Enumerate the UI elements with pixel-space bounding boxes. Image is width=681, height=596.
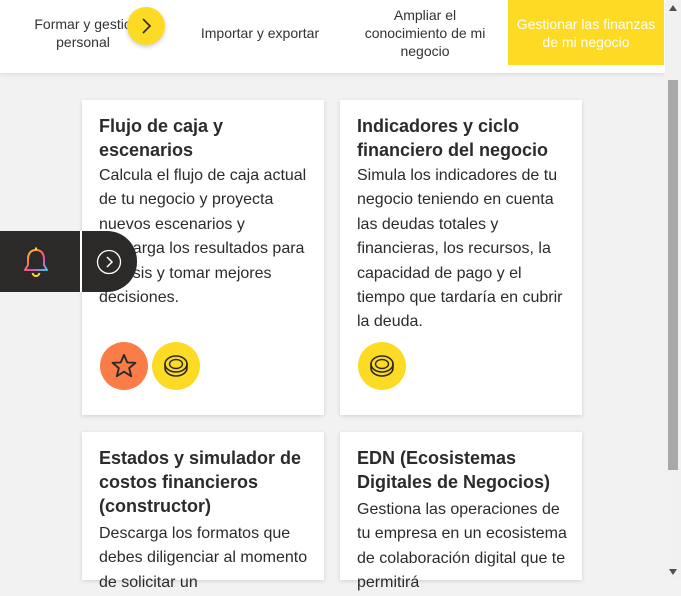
tool-card-edn[interactable]: EDN (Ecosistemas Digitales de Negocios) …	[340, 432, 582, 591]
arrow-up-icon	[669, 5, 677, 11]
category-tab-bar: Formar y gestio personal Importar y expo…	[0, 0, 665, 73]
tab-importar-exportar[interactable]: Importar y exportar	[190, 0, 330, 65]
card-title: EDN (Ecosistemas Digitales de Negocios)	[357, 448, 551, 492]
arrow-down-icon	[669, 569, 677, 575]
star-icon	[111, 353, 137, 378]
card-description: Calcula el flujo de caja actual de tu ne…	[99, 167, 307, 307]
tabs-next-button[interactable]	[127, 7, 165, 45]
scroll-up-arrow[interactable]	[665, 0, 681, 16]
tab-ampliar-conocimiento[interactable]: Ampliar el conocimiento de mi negocio	[355, 0, 495, 65]
chevron-right-circle-icon[interactable]	[96, 249, 122, 275]
card-title: Indicadores y ciclo financiero del negoc…	[357, 116, 549, 160]
card-description: Gestiona las operaciones de tu empresa e…	[357, 501, 567, 592]
notification-widget[interactable]	[0, 231, 137, 292]
tool-card-estados-simulador[interactable]: Estados y simulador de costos financiero…	[82, 432, 324, 591]
favorite-badge[interactable]	[100, 342, 148, 390]
bell-icon[interactable]	[18, 245, 54, 281]
tool-card-indicadores[interactable]: Indicadores y ciclo financiero del negoc…	[340, 100, 582, 415]
card-description: Descarga los formatos que debes diligenc…	[99, 525, 308, 591]
card-description: Simula los indicadores de tu negocio ten…	[357, 167, 563, 331]
tab-label: Importar y exportar	[200, 24, 320, 41]
coin-icon	[370, 355, 394, 377]
card-title: Flujo de caja y escenarios	[99, 116, 224, 160]
tab-label: Ampliar el conocimiento de mi negocio	[364, 6, 486, 59]
coin-icon	[164, 355, 188, 377]
scroll-down-arrow[interactable]	[665, 564, 681, 580]
divider	[80, 231, 82, 292]
tab-gestionar-finanzas[interactable]: Gestionar las finanzas de mi negocio	[508, 0, 664, 65]
tab-label: Gestionar las finanzas de mi negocio	[516, 15, 656, 50]
card-title: Estados y simulador de costos financiero…	[99, 448, 302, 516]
scrollbar-thumb[interactable]	[668, 80, 678, 470]
vertical-scrollbar[interactable]	[665, 0, 681, 580]
finance-badge	[358, 342, 406, 390]
chevron-right-icon	[142, 18, 152, 34]
finance-badge	[152, 342, 200, 390]
